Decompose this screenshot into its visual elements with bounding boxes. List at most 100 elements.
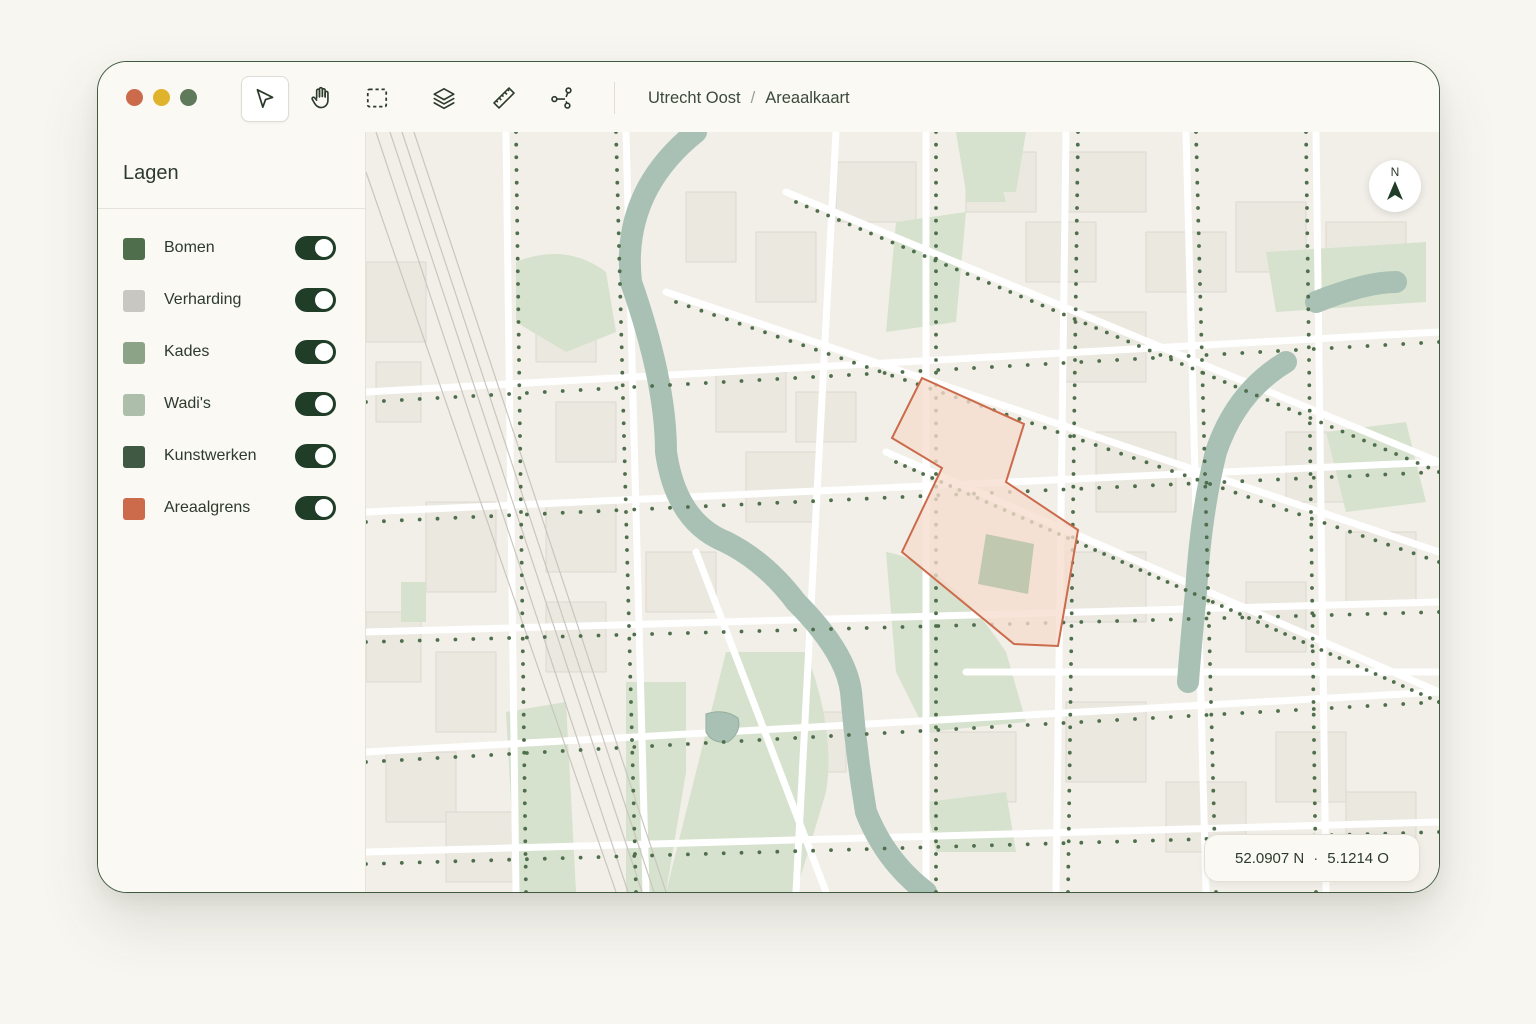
tree-dot bbox=[516, 320, 521, 324]
tree-dot bbox=[1210, 763, 1215, 768]
toggle-knob bbox=[315, 395, 333, 413]
tree-dot bbox=[864, 732, 869, 736]
tree-dot bbox=[1204, 535, 1209, 540]
tree-dot bbox=[972, 844, 976, 848]
tree-dot bbox=[1210, 600, 1215, 604]
tree-dot bbox=[1310, 586, 1314, 590]
layer-toggle-kunstwerken[interactable] bbox=[295, 444, 336, 468]
tree-dot bbox=[1222, 712, 1227, 716]
tree-dot bbox=[1083, 321, 1088, 326]
tree-dot bbox=[934, 687, 938, 692]
layer-toggle-kades[interactable] bbox=[295, 340, 336, 364]
tree-dot bbox=[1373, 538, 1378, 543]
area-select-tool-button[interactable] bbox=[354, 76, 400, 120]
tree-dot bbox=[1204, 522, 1209, 527]
pan-tool-button[interactable] bbox=[298, 76, 344, 120]
layer-toggle-verharding[interactable] bbox=[295, 288, 336, 312]
tree-dot bbox=[525, 857, 529, 862]
tree-dot bbox=[934, 801, 938, 806]
compass-n-label: N bbox=[1390, 165, 1400, 179]
north-arrow-icon bbox=[1387, 181, 1403, 200]
layer-toggle-areaalgrens[interactable] bbox=[295, 496, 336, 520]
tree-dot bbox=[1311, 707, 1316, 711]
tree-dot bbox=[1195, 193, 1200, 198]
tree-dot bbox=[1071, 497, 1076, 502]
tree-dot bbox=[1093, 548, 1097, 552]
tree-dot bbox=[1097, 619, 1102, 624]
city-map[interactable] bbox=[366, 132, 1439, 892]
layers-tool-button[interactable] bbox=[421, 76, 467, 120]
tree-dot bbox=[596, 855, 601, 859]
compass-north-button[interactable]: N bbox=[1369, 160, 1421, 212]
tree-dot bbox=[1205, 573, 1210, 578]
tree-dot bbox=[650, 506, 654, 511]
tree-dot bbox=[1067, 788, 1072, 793]
tree-dot bbox=[626, 598, 631, 603]
tree-dot bbox=[1258, 350, 1263, 354]
tree-dot bbox=[1097, 359, 1102, 363]
tree-dot bbox=[1186, 354, 1191, 358]
tree-dot bbox=[1195, 180, 1200, 185]
tree-dot bbox=[417, 638, 422, 643]
tree-dot bbox=[793, 628, 798, 632]
tree-dot bbox=[1068, 674, 1073, 679]
tree-dot bbox=[1365, 612, 1370, 616]
tree-dot bbox=[934, 282, 938, 286]
tree-dot bbox=[934, 674, 938, 679]
tree-dot bbox=[507, 513, 511, 518]
tree-dot bbox=[1067, 776, 1072, 780]
tree-dot bbox=[900, 495, 905, 499]
tree-dot bbox=[1186, 837, 1191, 842]
close-window-button[interactable] bbox=[126, 89, 143, 106]
tree-dot bbox=[1365, 473, 1370, 478]
tree-dot bbox=[894, 460, 898, 464]
tree-dot bbox=[934, 168, 938, 172]
measure-tool-button[interactable] bbox=[481, 76, 527, 120]
tree-dot bbox=[1072, 396, 1077, 400]
tree-dot bbox=[1043, 722, 1048, 726]
tree-dot bbox=[1169, 357, 1173, 362]
zoom-window-button[interactable] bbox=[180, 89, 197, 106]
tree-dot bbox=[1309, 560, 1314, 565]
tree-dot bbox=[864, 626, 869, 630]
path-tool-button[interactable] bbox=[539, 76, 585, 120]
tree-dot bbox=[1258, 710, 1263, 714]
tree-dot bbox=[668, 505, 672, 510]
tree-dot bbox=[775, 334, 780, 339]
minimize-window-button[interactable] bbox=[153, 89, 170, 106]
tree-dot bbox=[627, 649, 632, 654]
tree-dot bbox=[1347, 612, 1352, 617]
layer-toggle-wadis[interactable] bbox=[295, 392, 336, 416]
tree-dot bbox=[619, 332, 624, 337]
tree-dot bbox=[631, 788, 636, 793]
layer-toggle-bomen[interactable] bbox=[295, 236, 336, 260]
tree-dot bbox=[1201, 596, 1206, 600]
breadcrumb-item-district[interactable]: Utrecht Oost bbox=[648, 89, 741, 107]
tree-dot bbox=[514, 180, 519, 185]
tree-dot bbox=[1311, 347, 1316, 351]
tree-dot bbox=[1383, 611, 1388, 616]
tree-dot bbox=[721, 380, 726, 384]
tree-dot bbox=[1372, 443, 1377, 447]
tree-dot bbox=[1311, 475, 1316, 480]
tree-dot bbox=[1197, 256, 1202, 261]
tree-dot bbox=[1307, 370, 1312, 375]
toggle-knob bbox=[315, 447, 333, 465]
tree-dot bbox=[1151, 356, 1155, 360]
tree-dot bbox=[453, 859, 458, 864]
tree-dot bbox=[1297, 512, 1301, 517]
tree-dot bbox=[453, 637, 458, 642]
tree-dot bbox=[934, 738, 938, 742]
tree-dot bbox=[1276, 402, 1281, 407]
tree-dot bbox=[965, 272, 970, 276]
tree-dot bbox=[630, 738, 634, 742]
tree-dot bbox=[542, 511, 547, 516]
tree-dot bbox=[620, 383, 625, 388]
select-tool-button[interactable] bbox=[241, 76, 289, 122]
tree-dot bbox=[1203, 472, 1207, 476]
tree-dot bbox=[1304, 142, 1309, 147]
tree-dot bbox=[1219, 604, 1224, 608]
tree-dot bbox=[1276, 614, 1280, 619]
tree-dot bbox=[1097, 485, 1102, 490]
map-canvas[interactable]: N 52.0907 N · 5.1214 O bbox=[366, 132, 1439, 892]
